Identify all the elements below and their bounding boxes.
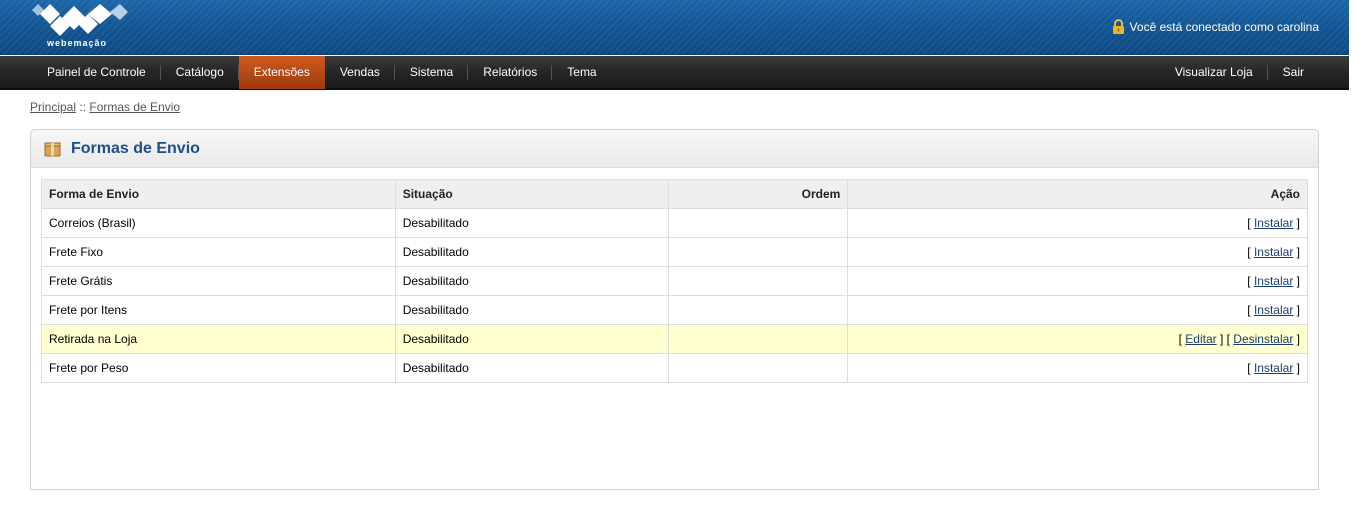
menu-right: Visualizar Loja Sair [1160, 56, 1319, 88]
install-link[interactable]: Instalar [1254, 245, 1293, 259]
cell-actions: [ Instalar ] [847, 353, 1308, 383]
breadcrumb-current-link[interactable]: Formas de Envio [89, 100, 180, 114]
column-header-order[interactable]: Ordem [667, 179, 849, 209]
cell-status: Desabilitado [394, 295, 669, 325]
breadcrumb-separator: :: [76, 100, 90, 114]
lock-icon [1112, 19, 1124, 34]
cell-method-name: Retirada na Loja [41, 324, 396, 354]
breadcrumb: Principal :: Formas de Envio [30, 100, 180, 114]
column-header-method[interactable]: Forma de Envio [41, 179, 396, 209]
shipping-methods-box: Formas de Envio Forma de Envio Situação … [30, 129, 1319, 490]
install-link[interactable]: Instalar [1254, 216, 1293, 230]
cell-method-name: Correios (Brasil) [41, 208, 396, 238]
cell-status: Desabilitado [394, 324, 669, 354]
menu-item-extensions[interactable]: Extensões [238, 56, 325, 89]
column-header-status[interactable]: Situação [394, 179, 669, 209]
install-link[interactable]: Instalar [1254, 274, 1293, 288]
menu-item-catalog[interactable]: Catálogo [161, 56, 239, 89]
menu-item-sales[interactable]: Vendas [325, 56, 395, 89]
cell-order [667, 237, 849, 267]
table-row: Frete Fixo Desabilitado [ Instalar ] [41, 237, 1308, 267]
cell-status: Desabilitado [394, 208, 669, 238]
cell-method-name: Frete por Itens [41, 295, 396, 325]
cell-method-name: Frete Grátis [41, 266, 396, 296]
cell-method-name: Frete por Peso [41, 353, 396, 383]
cell-status: Desabilitado [394, 353, 669, 383]
box-heading: Formas de Envio [31, 130, 1318, 168]
install-link[interactable]: Instalar [1254, 303, 1293, 317]
cell-order [667, 295, 849, 325]
edit-link[interactable]: Editar [1185, 332, 1216, 346]
breadcrumb-home-link[interactable]: Principal [30, 100, 76, 114]
column-header-action: Ação [847, 179, 1308, 209]
install-link[interactable]: Instalar [1254, 361, 1293, 375]
menu-item-theme[interactable]: Tema [552, 56, 611, 89]
cell-order [667, 353, 849, 383]
table-row: Correios (Brasil) Desabilitado [ Instala… [41, 208, 1308, 238]
login-text: Você está conectado como carolina [1129, 19, 1319, 34]
cell-order [667, 208, 849, 238]
main-menu: Painel de Controle Catálogo Extensões Ve… [0, 56, 1349, 90]
table-row-highlighted: Retirada na Loja Desabilitado [ Editar ]… [41, 324, 1308, 354]
table-row: Frete Grátis Desabilitado [ Instalar ] [41, 266, 1308, 296]
table-row: Frete por Peso Desabilitado [ Instalar ] [41, 353, 1308, 383]
package-icon [44, 142, 61, 157]
menu-item-view-store[interactable]: Visualizar Loja [1160, 56, 1268, 89]
cell-status: Desabilitado [394, 237, 669, 267]
table-header-row: Forma de Envio Situação Ordem Ação [41, 179, 1308, 209]
cell-actions: [ Instalar ] [847, 266, 1308, 296]
menu-left: Painel de Controle Catálogo Extensões Ve… [32, 56, 612, 89]
cell-actions: [ Editar ] [ Desinstalar ] [847, 324, 1308, 354]
cell-actions: [ Instalar ] [847, 208, 1308, 238]
uninstall-link[interactable]: Desinstalar [1233, 332, 1293, 346]
shipping-methods-table: Forma de Envio Situação Ordem Ação Corre… [41, 179, 1308, 383]
menu-item-reports[interactable]: Relatórios [468, 56, 553, 89]
brand-logo-text: webemação [47, 38, 108, 48]
menu-item-system[interactable]: Sistema [395, 56, 469, 89]
login-info: Você está conectado como carolina [1112, 19, 1319, 34]
cell-method-name: Frete Fixo [41, 237, 396, 267]
table-row: Frete por Itens Desabilitado [ Instalar … [41, 295, 1308, 325]
cell-actions: [ Instalar ] [847, 295, 1308, 325]
cell-actions: [ Instalar ] [847, 237, 1308, 267]
menu-item-dashboard[interactable]: Painel de Controle [32, 56, 161, 89]
page-title: Formas de Envio [71, 139, 200, 157]
cell-order [667, 324, 849, 354]
menu-item-logout[interactable]: Sair [1268, 56, 1319, 89]
cell-status: Desabilitado [394, 266, 669, 296]
cell-order [667, 266, 849, 296]
top-header: webemação Você está conectado como carol… [0, 0, 1349, 55]
